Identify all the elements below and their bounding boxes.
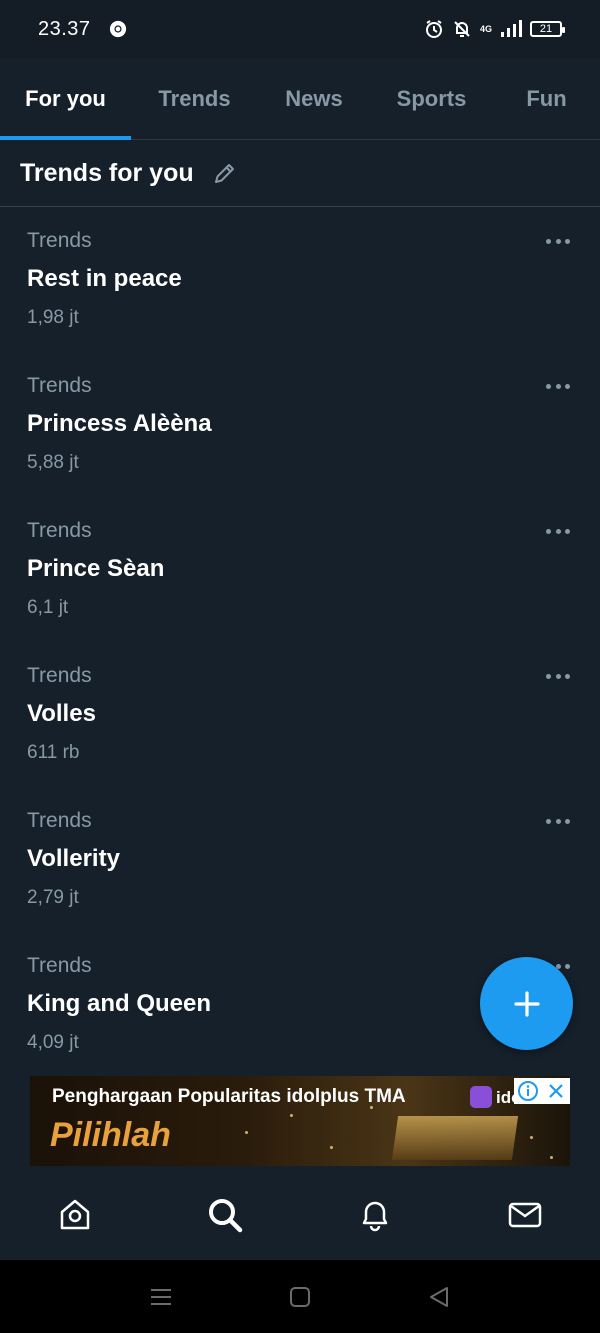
trend-count: 6,1 jt [27, 597, 69, 618]
network-type: 4G [479, 24, 492, 34]
nav-home[interactable] [0, 1170, 150, 1260]
tab-sports[interactable]: Sports [370, 58, 493, 140]
ad-info-icon[interactable] [514, 1078, 542, 1104]
more-options-icon[interactable] [546, 668, 570, 684]
section-header: Trends for you [0, 140, 600, 207]
home-button-icon[interactable] [288, 1285, 312, 1309]
recent-apps-icon[interactable] [149, 1285, 173, 1309]
trend-category: Trends [27, 954, 92, 977]
section-title: Trends for you [20, 158, 194, 187]
bottom-nav [0, 1170, 600, 1260]
status-bar: 23.37 4G 21 [0, 0, 600, 58]
trend-item[interactable]: Trends Rest in peace 1,98 jt [0, 207, 600, 352]
trend-count: 5,88 jt [27, 452, 79, 473]
trend-category: Trends [27, 809, 92, 832]
search-icon [209, 1199, 243, 1233]
more-options-icon[interactable] [546, 378, 570, 394]
compose-button[interactable] [480, 957, 573, 1050]
trend-item[interactable]: Trends Vollerity 2,79 jt [0, 787, 600, 932]
trend-count: 611 rb [27, 742, 80, 763]
trend-name: Princess Alèèna [27, 410, 212, 437]
nav-notifications[interactable] [300, 1170, 450, 1260]
system-nav-bar [0, 1260, 600, 1333]
ad-cta: Pilihlah [50, 1116, 171, 1154]
trend-count: 2,79 jt [27, 887, 79, 908]
messages-icon [508, 1202, 542, 1228]
home-icon [60, 1199, 90, 1230]
nav-search[interactable] [150, 1170, 300, 1260]
trend-category: Trends [27, 374, 92, 397]
alarm-icon [425, 20, 442, 38]
trend-name: Prince Sèan [27, 555, 165, 582]
tab-trends[interactable]: Trends [131, 58, 258, 140]
ad-close-icon[interactable] [542, 1078, 570, 1104]
trend-category: Trends [27, 229, 92, 252]
trend-item[interactable]: Trends Volles 611 rb [0, 642, 600, 787]
trend-name: Rest in peace [27, 265, 182, 292]
top-tabs: For you Trends News Sports Fun [0, 58, 600, 140]
tab-fun[interactable]: Fun [493, 58, 600, 140]
trend-list: Trends Rest in peace 1,98 jt Trends Prin… [0, 207, 600, 1077]
trend-count: 4,09 jt [27, 1032, 79, 1053]
notifications-icon [362, 1201, 388, 1232]
trend-category: Trends [27, 519, 92, 542]
more-options-icon[interactable] [546, 233, 570, 249]
trend-item[interactable]: Trends Prince Sèan 6,1 jt [0, 497, 600, 642]
tab-news[interactable]: News [258, 58, 370, 140]
trend-name: Volles [27, 700, 96, 727]
ad-headline: Penghargaan Popularitas idolplus TMA [52, 1086, 406, 1107]
ad-logo-icon [470, 1086, 492, 1108]
chrome-icon [109, 20, 126, 38]
ad-gift-box [391, 1116, 519, 1160]
trend-name: King and Queen [27, 990, 212, 1017]
trend-name: Vollerity [27, 845, 120, 872]
battery-level: 21 [539, 22, 553, 35]
trend-item[interactable]: Trends Princess Alèèna 5,88 jt [0, 352, 600, 497]
back-icon[interactable] [427, 1285, 451, 1309]
mute-icon [454, 21, 470, 37]
more-options-icon[interactable] [546, 813, 570, 829]
trend-category: Trends [27, 664, 92, 687]
status-icons: 4G 21 [424, 19, 565, 39]
status-time: 23.37 [38, 17, 91, 40]
plus-icon [513, 990, 540, 1017]
signal-icon [501, 20, 522, 37]
more-options-icon[interactable] [546, 523, 570, 539]
battery-icon: 21 [530, 21, 565, 37]
nav-messages[interactable] [450, 1170, 600, 1260]
ad-banner[interactable]: Penghargaan Popularitas idolplus TMA Pil… [30, 1076, 570, 1166]
tab-for-you[interactable]: For you [0, 58, 131, 140]
edit-icon[interactable] [212, 160, 238, 186]
trend-count: 1,98 jt [27, 307, 79, 328]
